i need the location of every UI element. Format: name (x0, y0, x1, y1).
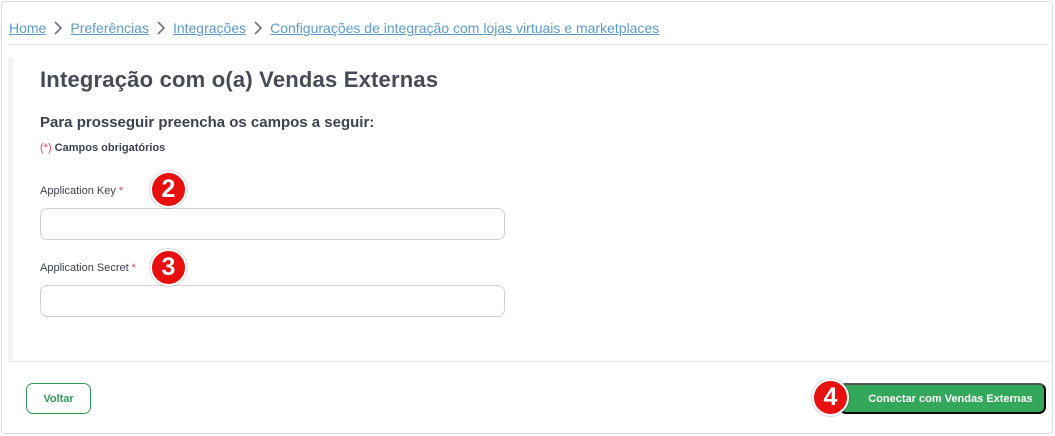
chevron-right-icon (151, 19, 171, 37)
breadcrumb: Home Preferências Integrações Configuraç… (9, 19, 659, 37)
back-button[interactable]: Voltar (26, 383, 91, 414)
breadcrumb-home[interactable]: Home (9, 20, 46, 36)
step-badge-2: 2 (150, 171, 187, 208)
application-secret-label: Application Secret * (40, 262, 136, 274)
application-secret-input[interactable] (40, 285, 505, 317)
application-key-label-text: Application Key (40, 185, 116, 197)
required-asterisk: * (131, 262, 136, 274)
step-badge-3: 3 (150, 249, 187, 286)
application-key-input[interactable] (40, 208, 505, 240)
chevron-right-icon (48, 19, 68, 37)
breadcrumb-preferencias[interactable]: Preferências (70, 20, 149, 36)
page-title: Integração com o(a) Vendas Externas (40, 67, 439, 92)
application-key-label: Application Key * (40, 185, 123, 197)
form-subtitle: Para prosseguir preencha os campos a seg… (40, 114, 375, 131)
required-marker: (*) (40, 142, 52, 154)
chevron-right-icon (248, 19, 268, 37)
breadcrumb-divider (8, 44, 1048, 45)
footer-divider (8, 361, 1052, 362)
required-text: Campos obrigatórios (54, 142, 166, 154)
connect-button[interactable]: Conectar com Vendas Externas (839, 383, 1046, 414)
breadcrumb-integracoes[interactable]: Integrações (173, 20, 246, 36)
application-secret-label-text: Application Secret (40, 262, 129, 274)
breadcrumb-configuracoes[interactable]: Configurações de integração com lojas vi… (270, 20, 659, 36)
step-badge-4: 4 (812, 379, 849, 416)
required-asterisk: * (118, 185, 124, 197)
required-fields-note: (*) Campos obrigatórios (40, 142, 165, 154)
